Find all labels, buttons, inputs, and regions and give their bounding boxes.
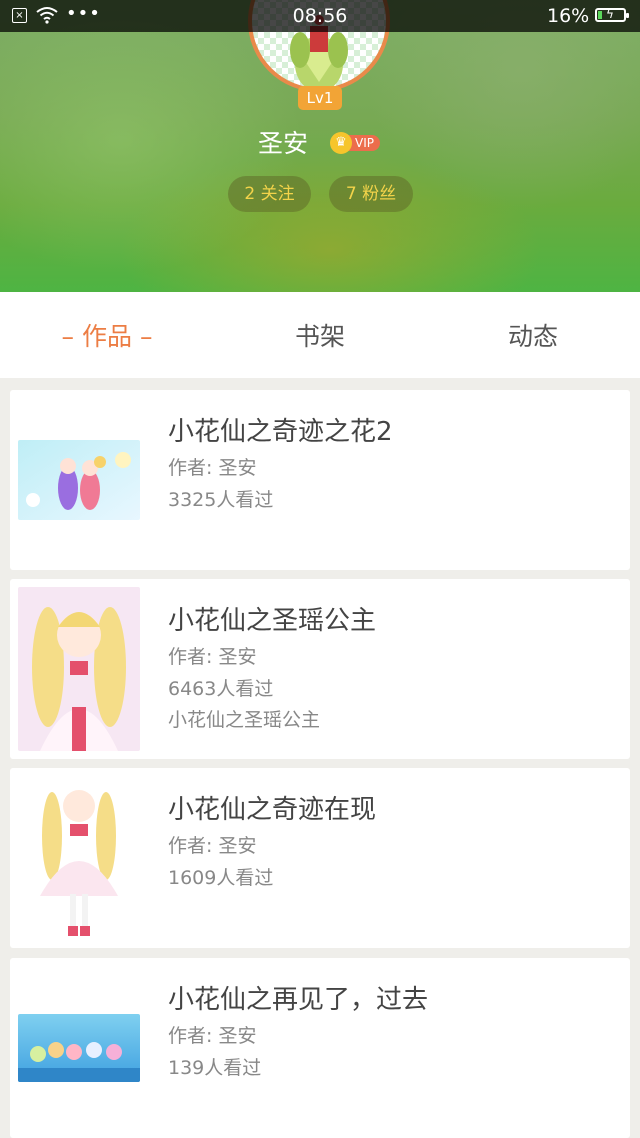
work-author: 作者: 圣安 [168,835,257,857]
username: 圣安 [258,129,309,158]
vip-label: VIP [348,135,380,151]
work-description: 小花仙之圣瑶公主 [168,709,321,731]
work-author: 作者: 圣安 [168,457,257,479]
tab-works[interactable]: – 作品 – [0,292,214,378]
work-title: 小花仙之奇迹在现 [168,795,377,825]
work-card[interactable]: 小花仙之奇迹之花2 作者: 圣安 3325人看过 [10,390,630,570]
work-cover-image [18,440,140,520]
work-cover-image [18,776,140,940]
cover-art [18,440,140,520]
work-author: 作者: 圣安 [168,1025,257,1047]
work-card[interactable]: 小花仙之奇迹在现 作者: 圣安 1609人看过 [10,768,630,948]
battery-fill [598,11,602,19]
battery-percent: 16% [547,5,590,27]
crown-icon: ♛ [330,132,352,154]
work-card[interactable]: 小花仙之圣瑶公主 作者: 圣安 6463人看过 小花仙之圣瑶公主 [10,579,630,759]
tab-bookshelf[interactable]: 书架 [213,292,427,378]
cover-art [18,776,140,940]
charging-icon: ϟ [606,7,614,21]
work-views: 1609人看过 [168,867,274,889]
work-title: 小花仙之再见了，过去 [168,985,429,1015]
work-views: 6463人看过 [168,678,274,700]
work-title: 小花仙之圣瑶公主 [168,606,377,636]
work-author: 作者: 圣安 [168,646,257,668]
tab-bar: – 作品 – 书架 动态 [0,292,640,378]
work-views: 3325人看过 [168,489,274,511]
work-title: 小花仙之奇迹之花2 [168,417,393,447]
work-card[interactable]: 小花仙之再见了，过去 作者: 圣安 139人看过 [10,958,630,1138]
battery-icon: ϟ [595,7,629,22]
following-button[interactable]: 2 关注 [228,176,311,212]
profile-header: × ••• 08:56 16% ϟ Lv1 圣安 VIP ♛ 2 关注 7 粉丝 [0,0,640,292]
cover-art [18,1014,140,1082]
clock: 08:56 [292,5,348,27]
work-cover-image [18,587,140,751]
level-badge: Lv1 [298,86,342,110]
work-views: 139人看过 [168,1057,262,1079]
status-bar: × ••• 08:56 16% ϟ [0,0,640,32]
tab-activity[interactable]: 动态 [426,292,640,378]
cover-art [18,587,140,751]
fans-button[interactable]: 7 粉丝 [329,176,413,212]
work-cover-image [18,1014,140,1082]
